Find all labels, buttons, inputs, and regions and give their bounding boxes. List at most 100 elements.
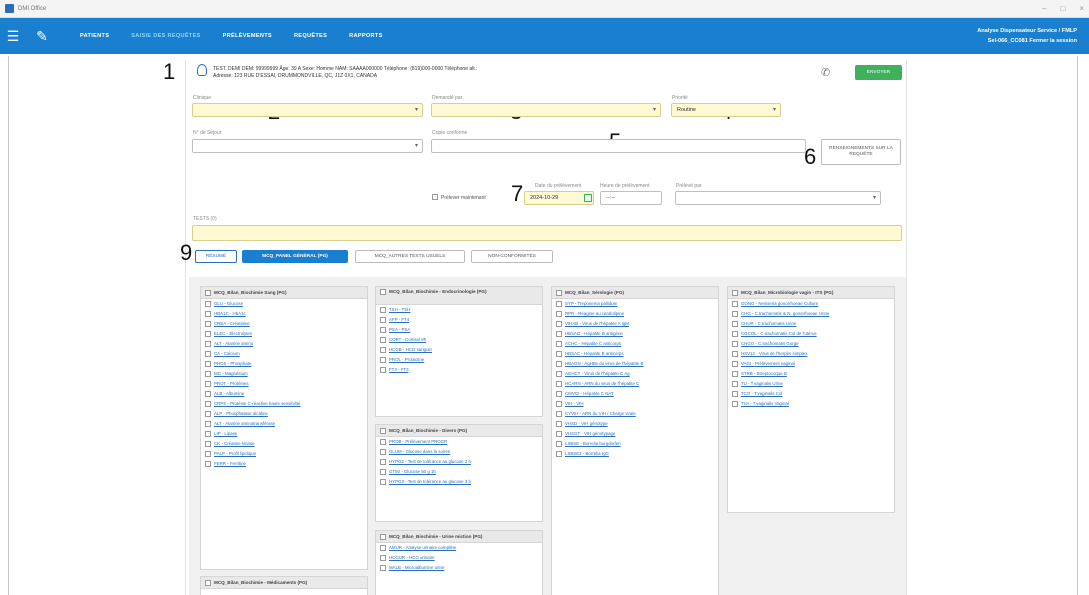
group-checkbox[interactable] [380,427,386,434]
test-label[interactable]: FT3 - FT3 [389,367,409,373]
test-checkbox[interactable] [205,441,211,447]
nav-rapports[interactable]: RAPPORTS [349,33,382,39]
maximize-icon[interactable]: □ [1060,4,1065,13]
tab-panel-general[interactable]: MCQ_PANEL GÉNÉRAL (PG) [242,250,348,263]
tab-autres-tests[interactable]: MCQ_AUTRES TESTS USUELS [355,250,465,263]
test-item[interactable]: ALT - Alanine amino [201,339,367,349]
tab-non-conformites[interactable]: NON-CONFORMITÉS [471,250,553,263]
test-checkbox[interactable] [732,311,738,317]
preleve-checkbox[interactable] [432,194,438,200]
test-checkbox[interactable] [556,301,562,307]
test-item[interactable]: VHSGT - VIH génotypage [552,429,718,439]
test-checkbox[interactable] [556,341,562,347]
test-label[interactable]: SYP - Treponema pallidum [565,301,617,307]
group-header[interactable]: MCQ_Bilan_Biochimie - Médicaments (PG) [201,577,367,589]
group-checkbox[interactable] [380,533,386,540]
test-label[interactable]: HBSAC - Hépatite B anticorps [565,351,624,357]
test-label[interactable]: RPR - Réagine au cardiolipine [565,311,624,317]
test-checkbox[interactable] [380,565,386,571]
test-checkbox[interactable] [556,371,562,377]
nav-requetes[interactable]: REQUÊTES [294,33,327,39]
test-label[interactable]: MALB - Microalbumine urine [389,565,444,571]
test-label[interactable]: FERR - Ferritine [214,461,246,467]
test-item[interactable]: CHGO - C.trachomatis Gorge [728,339,894,349]
test-label[interactable]: HYPG3 - Test de tolérance au glucose 3 h [389,479,471,485]
test-item[interactable]: LSBSE - Borrelia burgdorferi [552,439,718,449]
test-item[interactable]: FT3 - FT3 [376,365,542,375]
test-label[interactable]: HBA1C - HbA1c [214,311,246,317]
test-label[interactable]: CA - Calcium [214,351,240,357]
test-label[interactable]: LIP - Lipase [214,431,237,437]
test-item[interactable]: VIH - VIH [552,399,718,409]
close-icon[interactable]: × [1079,4,1084,13]
test-label[interactable]: ELEC - Électrolytes [214,331,252,337]
test-checkbox[interactable] [732,341,738,347]
test-item[interactable]: HCGUR - HCG urinaire [376,553,542,563]
test-label[interactable]: VHSGT - VIH génotypage [565,431,615,437]
test-item[interactable]: HSV12 - Virus de l'herpès simplex [728,349,894,359]
test-checkbox[interactable] [205,401,211,407]
test-checkbox[interactable] [205,301,211,307]
test-item[interactable]: ELEC - Électrolytes [201,329,367,339]
group-header[interactable]: MCQ_Bilan_Sérologie (PG) [552,287,718,299]
test-checkbox[interactable] [732,381,738,387]
group-header[interactable]: MCQ_Bilan_Microbiologie vagin - ITS (PG) [728,287,894,299]
test-item[interactable]: AFP - FT4 [376,315,542,325]
test-checkbox[interactable] [556,331,562,337]
test-checkbox[interactable] [205,331,211,337]
test-label[interactable]: PSA - PSA [389,327,410,333]
test-label[interactable]: TVA - T.vaginalis Vaginal [741,401,789,407]
test-label[interactable]: CREA - Créatinine [214,321,250,327]
test-checkbox[interactable] [380,357,386,363]
priorite-select[interactable]: Routine ▾ [671,103,781,117]
test-checkbox[interactable] [205,381,211,387]
test-item[interactable]: RPR - Réagine au cardiolipine [552,309,718,319]
test-checkbox[interactable] [205,461,211,467]
test-checkbox[interactable] [380,307,386,313]
send-button[interactable]: ENVOYER [855,65,902,80]
test-checkbox[interactable] [556,351,562,357]
test-label[interactable]: HBAGN - AgHBs du virus de l'hépatite B [565,361,643,367]
test-item[interactable]: ALB - Albumine [201,389,367,399]
test-item[interactable]: STRB - Streptocoque B [728,369,894,379]
test-checkbox[interactable] [556,401,562,407]
test-label[interactable]: CORT - Cortisol 8h [389,337,426,343]
tests-field[interactable] [192,225,902,241]
test-label[interactable]: HBSAG - Hépatite B antigène [565,331,623,337]
test-label[interactable]: CHG - C.trachomatis & N. gonorrhoeae Uri… [741,311,829,317]
group-checkbox[interactable] [205,289,211,296]
test-item[interactable]: VHSD - VIH génotype [552,419,718,429]
test-label[interactable]: VAGI - Prélèvement vaginal [741,361,795,367]
test-label[interactable]: AGHCT - Virus de l'hépatite C Ag [565,371,630,377]
group-checkbox[interactable] [380,289,386,295]
test-label[interactable]: PALP - Profil lipidique [214,451,256,457]
calendar-icon[interactable] [584,194,592,202]
test-checkbox[interactable] [380,459,386,465]
test-label[interactable]: ALP - Phosphatase alcaline [214,411,268,417]
test-item[interactable]: CMVGI - Hépatite C NAT [552,389,718,399]
test-checkbox[interactable] [732,301,738,307]
test-item[interactable]: HBSAG - Hépatite B antigène [552,329,718,339]
test-label[interactable]: HSV12 - Virus de l'herpès simplex [741,351,807,357]
test-checkbox[interactable] [205,411,211,417]
test-label[interactable]: PHOS - Phosphate [214,361,251,367]
test-checkbox[interactable] [732,321,738,327]
test-checkbox[interactable] [556,451,562,457]
test-checkbox[interactable] [556,321,562,327]
test-checkbox[interactable] [732,371,738,377]
test-item[interactable]: PSA - PSA [376,325,542,335]
test-item[interactable]: GONO - Neisseria gonorrhoeae Culture [728,299,894,309]
test-item[interactable]: SYP - Treponema pallidum [552,299,718,309]
test-checkbox[interactable] [380,327,386,333]
test-label[interactable]: CYVIH - ARN du VIH / Charge virale [565,411,636,417]
renseignements-button[interactable]: RENSEIGNEMENTS SUR LA REQUÊTE [821,139,901,165]
test-item[interactable]: LSBSE2 - Borrelia IgG [552,449,718,459]
test-checkbox[interactable] [205,341,211,347]
test-checkbox[interactable] [556,431,562,437]
test-item[interactable]: HBAGN - AgHBs du virus de l'hépatite B [552,359,718,369]
test-checkbox[interactable] [556,411,562,417]
test-item[interactable]: HBA1C - HbA1c [201,309,367,319]
test-item[interactable]: PROL - Prolactine [376,355,542,365]
test-label[interactable]: ALT - Alanine aminotransférase [214,421,275,427]
test-item[interactable]: CORT - Cortisol 8h [376,335,542,345]
